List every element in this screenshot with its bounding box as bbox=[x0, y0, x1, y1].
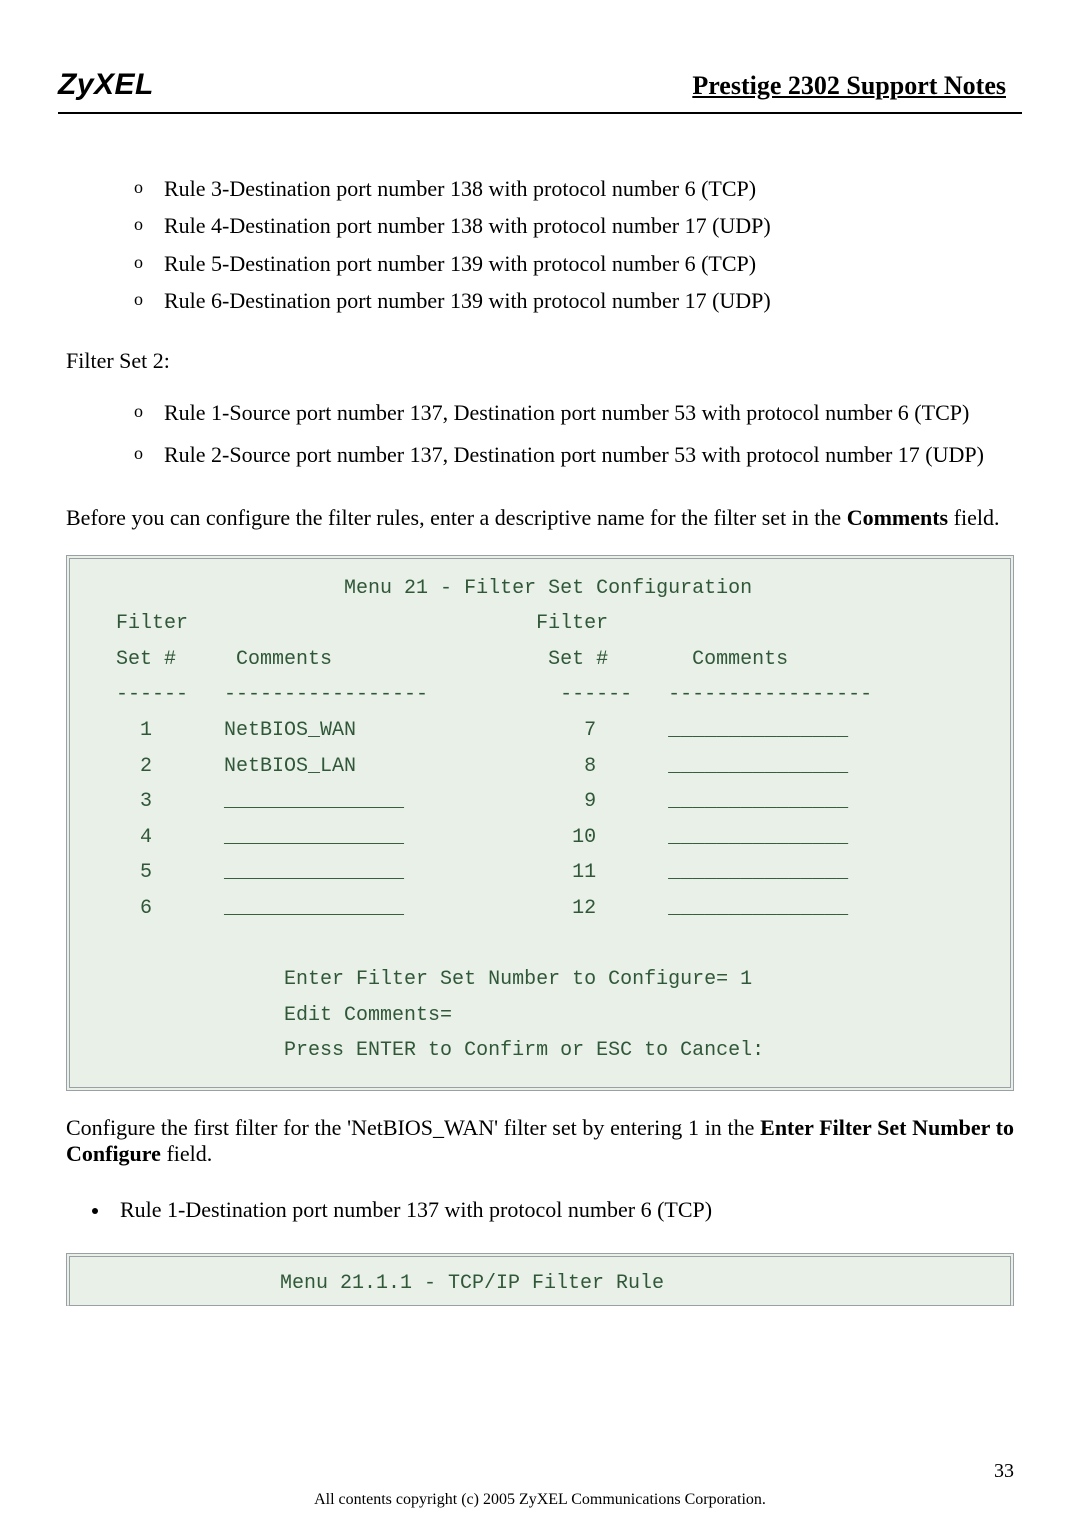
page-title: Prestige 2302 Support Notes bbox=[692, 71, 1014, 101]
page-header: ZyXEL Prestige 2302 Support Notes bbox=[0, 0, 1080, 112]
pre-terminal-note: Before you can configure the filter rule… bbox=[66, 505, 1014, 531]
filter-set-2-heading: Filter Set 2: bbox=[66, 348, 1014, 374]
post-terminal-note: Configure the first filter for the 'NetB… bbox=[66, 1115, 1014, 1167]
terminal-text: Menu 21 - Filter Set Configuration Filte… bbox=[80, 571, 1000, 1069]
rules-list-set1: Rule 3-Destination port number 138 with … bbox=[66, 170, 1014, 320]
text-run: Before you can configure the filter rule… bbox=[66, 505, 847, 530]
text-run: Configure the first filter for the 'NetB… bbox=[66, 1115, 760, 1140]
text-run: field. bbox=[948, 505, 999, 530]
terminal-text: Menu 21.1.1 - TCP/IP Filter Rule bbox=[80, 1265, 1000, 1303]
brand-logo: ZyXEL bbox=[58, 68, 154, 102]
terminal-menu-21: Menu 21 - Filter Set Configuration Filte… bbox=[66, 555, 1014, 1091]
list-item: Rule 5-Destination port number 139 with … bbox=[164, 245, 1014, 282]
copyright-footer: All contents copyright (c) 2005 ZyXEL Co… bbox=[0, 1491, 1080, 1509]
list-item: Rule 2-Source port number 137, Destinati… bbox=[164, 436, 1014, 475]
page-number: 33 bbox=[994, 1460, 1014, 1483]
list-item: Rule 3-Destination port number 138 with … bbox=[164, 170, 1014, 207]
rule-1-list: Rule 1-Destination port number 137 with … bbox=[66, 1197, 1014, 1223]
content-body: Rule 3-Destination port number 138 with … bbox=[0, 114, 1080, 1306]
list-item: Rule 1-Source port number 137, Destinati… bbox=[164, 394, 1014, 433]
terminal-menu-21-1-1: Menu 21.1.1 - TCP/IP Filter Rule bbox=[66, 1253, 1014, 1306]
list-item: Rule 4-Destination port number 138 with … bbox=[164, 207, 1014, 244]
list-item: Rule 6-Destination port number 139 with … bbox=[164, 282, 1014, 319]
text-run: field. bbox=[161, 1141, 212, 1166]
bold-text: Comments bbox=[847, 505, 948, 530]
list-item: Rule 1-Destination port number 137 with … bbox=[120, 1197, 1014, 1223]
rules-list-set2: Rule 1-Source port number 137, Destinati… bbox=[66, 394, 1014, 475]
